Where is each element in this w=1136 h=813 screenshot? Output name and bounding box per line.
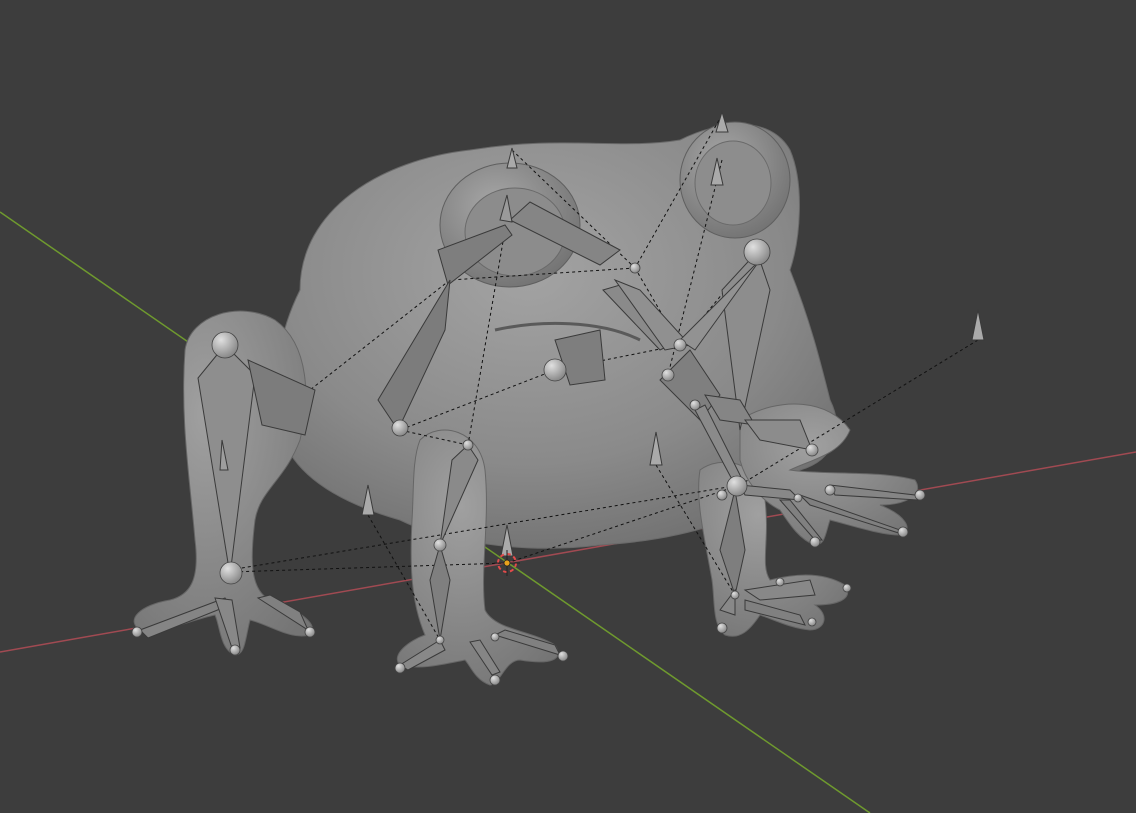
viewport-canvas[interactable] [0,0,1136,813]
origin-point-icon[interactable] [503,559,511,567]
frog-right-eye-inner [694,140,772,226]
bone-ik-right[interactable] [971,309,985,341]
3d-viewport[interactable] [0,0,1136,813]
